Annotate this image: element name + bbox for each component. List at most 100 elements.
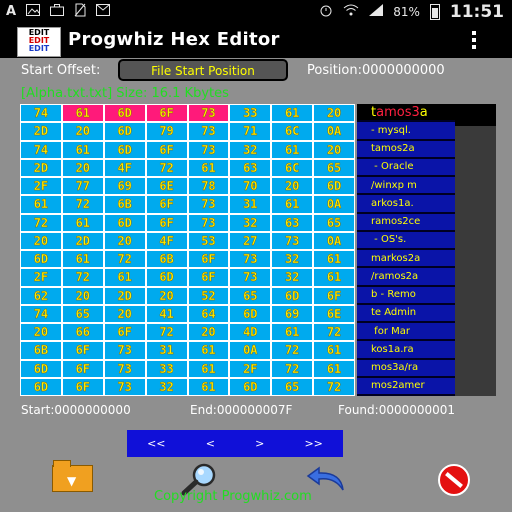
hex-cell[interactable]: 65: [272, 378, 313, 395]
hex-cell[interactable]: 6D: [314, 178, 354, 195]
hex-cell[interactable]: 61: [62, 105, 103, 122]
previous-page-button[interactable]: <: [206, 437, 215, 450]
hex-cell[interactable]: 61: [314, 342, 354, 359]
hex-cell[interactable]: 74: [21, 141, 61, 158]
hex-cell[interactable]: 61: [188, 159, 229, 176]
hex-cell[interactable]: 4F: [104, 159, 145, 176]
hex-cell[interactable]: 32: [272, 269, 313, 286]
hex-cell[interactable]: 61: [272, 324, 313, 341]
hex-cell[interactable]: 72: [272, 342, 313, 359]
ascii-row[interactable]: /winxp m: [357, 177, 455, 194]
hex-cell[interactable]: 6C: [272, 159, 313, 176]
hex-cell[interactable]: 2F: [21, 269, 61, 286]
hex-cell[interactable]: 61: [62, 251, 103, 268]
hex-cell[interactable]: 61: [272, 105, 313, 122]
hex-cell[interactable]: 6B: [146, 251, 187, 268]
hex-cell[interactable]: 61: [21, 196, 61, 213]
hex-cell[interactable]: 52: [188, 287, 229, 304]
hex-cell[interactable]: 0A: [314, 232, 354, 249]
start-offset-button[interactable]: File Start Position: [118, 59, 288, 81]
ascii-row[interactable]: kos1a.ra: [357, 341, 455, 358]
hex-cell[interactable]: 73: [230, 251, 271, 268]
ascii-row[interactable]: - Oracle: [357, 158, 455, 175]
hex-cell[interactable]: 73: [272, 232, 313, 249]
hex-cell[interactable]: 6F: [146, 214, 187, 231]
hex-cell[interactable]: 4D: [230, 324, 271, 341]
hex-cell[interactable]: 20: [62, 123, 103, 140]
hex-cell[interactable]: 20: [62, 287, 103, 304]
ascii-row[interactable]: - mysql.: [357, 122, 455, 139]
hex-cell[interactable]: 20: [104, 232, 145, 249]
hex-cell[interactable]: 6D: [21, 251, 61, 268]
hex-cell[interactable]: 6F: [104, 324, 145, 341]
hex-cell[interactable]: 72: [62, 269, 103, 286]
hex-cell[interactable]: 6F: [62, 378, 103, 395]
hex-cell[interactable]: 72: [62, 196, 103, 213]
ascii-row[interactable]: for Mar: [357, 323, 455, 340]
hex-cell[interactable]: 73: [188, 105, 229, 122]
hex-cell[interactable]: 6F: [62, 360, 103, 377]
hex-cell[interactable]: 65: [62, 305, 103, 322]
ascii-row[interactable]: ramos2ce: [357, 213, 455, 230]
hex-cell[interactable]: 73: [104, 342, 145, 359]
hex-cell[interactable]: 6B: [104, 196, 145, 213]
hex-cell[interactable]: 73: [188, 214, 229, 231]
hex-cell[interactable]: 71: [230, 123, 271, 140]
hex-cell[interactable]: 6D: [21, 378, 61, 395]
hex-cell[interactable]: 0A: [230, 342, 271, 359]
hex-cell[interactable]: 61: [272, 141, 313, 158]
hex-cell[interactable]: 6F: [146, 141, 187, 158]
hex-cell[interactable]: 72: [21, 214, 61, 231]
ascii-row[interactable]: b - Remo: [357, 286, 455, 303]
hex-cell[interactable]: 2D: [62, 232, 103, 249]
hex-cell[interactable]: 63: [272, 214, 313, 231]
ascii-row[interactable]: tamos2a: [357, 140, 455, 157]
hex-cell[interactable]: 66: [62, 324, 103, 341]
hex-cell[interactable]: 61: [188, 378, 229, 395]
hex-cell[interactable]: 6F: [188, 269, 229, 286]
hex-cell[interactable]: 61: [188, 342, 229, 359]
hex-cell[interactable]: 20: [104, 305, 145, 322]
hex-cell[interactable]: 2F: [21, 178, 61, 195]
hex-cell[interactable]: 61: [62, 141, 103, 158]
first-page-button[interactable]: <<: [147, 437, 165, 450]
hex-cell[interactable]: 2D: [21, 159, 61, 176]
stop-icon[interactable]: [438, 464, 470, 496]
ascii-row[interactable]: mos3a/ra: [357, 359, 455, 376]
hex-cell[interactable]: 6D: [104, 123, 145, 140]
hex-cell[interactable]: 77: [62, 178, 103, 195]
hex-cell[interactable]: 6D: [104, 141, 145, 158]
hex-cell[interactable]: 6F: [146, 196, 187, 213]
hex-cell[interactable]: 62: [21, 287, 61, 304]
hex-cell[interactable]: 61: [314, 269, 354, 286]
hex-cell[interactable]: 4F: [146, 232, 187, 249]
hex-cell[interactable]: 6D: [146, 269, 187, 286]
hex-cell[interactable]: 65: [230, 287, 271, 304]
hex-cell[interactable]: 6E: [314, 305, 354, 322]
hex-cell[interactable]: 0A: [314, 123, 354, 140]
last-page-button[interactable]: >>: [304, 437, 322, 450]
ascii-row[interactable]: /ramos2a: [357, 268, 455, 285]
hex-cell[interactable]: 70: [230, 178, 271, 195]
hex-cell[interactable]: 33: [230, 105, 271, 122]
hex-cell[interactable]: 73: [104, 378, 145, 395]
hex-cell[interactable]: 6D: [230, 305, 271, 322]
hex-cell[interactable]: 73: [230, 269, 271, 286]
hex-cell[interactable]: 6D: [21, 360, 61, 377]
hex-cell[interactable]: 72: [146, 324, 187, 341]
hex-cell[interactable]: 73: [188, 141, 229, 158]
hex-cell[interactable]: 74: [21, 305, 61, 322]
hex-cell[interactable]: 20: [21, 324, 61, 341]
next-page-button[interactable]: >: [255, 437, 264, 450]
hex-cell[interactable]: 73: [188, 123, 229, 140]
hex-cell[interactable]: 20: [314, 105, 354, 122]
hex-cell[interactable]: 61: [314, 251, 354, 268]
hex-cell[interactable]: 20: [146, 287, 187, 304]
overflow-menu-icon[interactable]: [472, 31, 476, 52]
hex-cell[interactable]: 61: [104, 269, 145, 286]
hex-cell[interactable]: 74: [21, 105, 61, 122]
hex-cell[interactable]: 6C: [272, 123, 313, 140]
hex-cell[interactable]: 72: [314, 324, 354, 341]
hex-cell[interactable]: 6F: [314, 287, 354, 304]
hex-cell[interactable]: 6F: [146, 105, 187, 122]
